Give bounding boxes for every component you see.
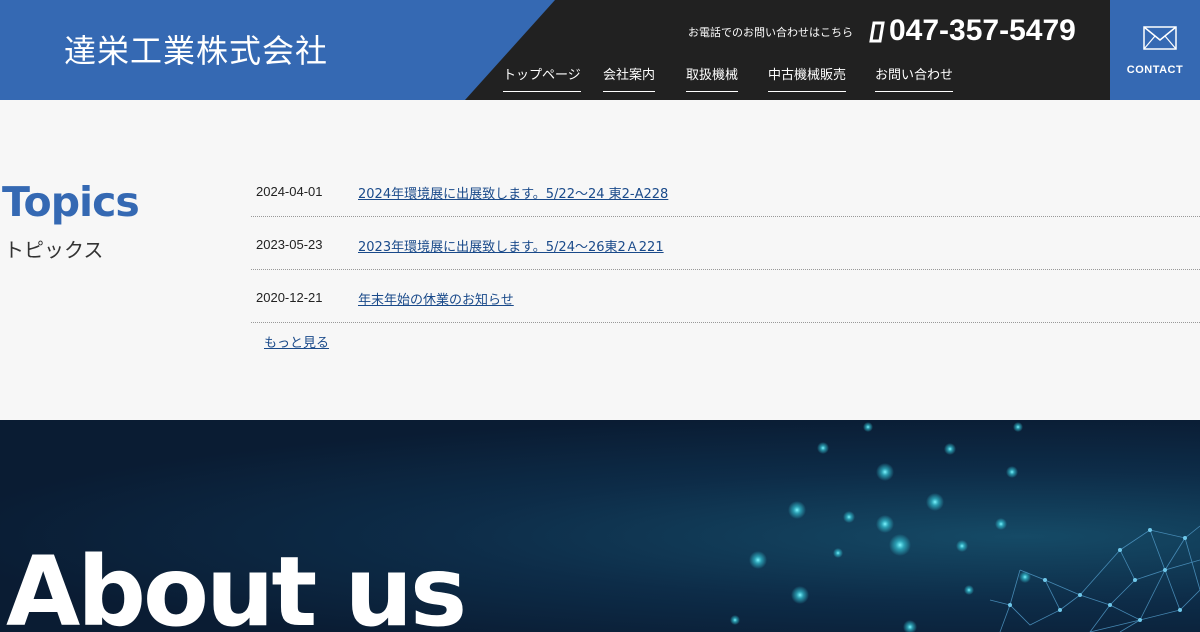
contact-button[interactable]: CONTACT	[1110, 0, 1200, 100]
news-date: 2020-12-21	[256, 290, 323, 305]
nav-item-inquiry[interactable]: お問い合わせ	[875, 64, 954, 92]
news-item: 2024-04-01 2024年環境展に出展致します。5/22～24 東2-A2…	[251, 164, 1200, 217]
tel-number[interactable]: 047-357-5479	[889, 14, 1076, 48]
topics-heading: Topics	[2, 178, 140, 226]
phone-icon	[869, 21, 885, 43]
contact-label: CONTACT	[1126, 64, 1184, 76]
news-item: 2023-05-23 2023年環境展に出展致します。5/24～26東2Ａ221	[251, 217, 1200, 270]
news-date: 2023-05-23	[256, 237, 323, 252]
nav-item-used-machines[interactable]: 中古機械販売	[768, 64, 847, 92]
topics-subheading: トピックス	[4, 238, 104, 262]
news-date: 2024-04-01	[256, 184, 323, 199]
more-link[interactable]: もっと見る	[264, 332, 329, 351]
envelope-icon	[1143, 26, 1177, 50]
tel-note: お電話でのお問い合わせはこちら	[688, 26, 853, 39]
about-heading: About us	[6, 536, 467, 632]
news-list: 2024-04-01 2024年環境展に出展致します。5/22～24 東2-A2…	[251, 164, 1200, 323]
nav-item-top[interactable]: トップページ	[503, 64, 581, 92]
news-link[interactable]: 年末年始の休業のお知らせ	[358, 289, 514, 308]
nav-item-company[interactable]: 会社案内	[603, 64, 656, 92]
news-link[interactable]: 2024年環境展に出展致します。5/22～24 東2-A228	[358, 183, 668, 202]
nav-item-machines[interactable]: 取扱機械	[686, 64, 739, 92]
company-logo[interactable]: 達栄工業株式会社	[64, 26, 328, 72]
site-header: 達栄工業株式会社 お電話でのお問い合わせはこちら 047-357-5479 トッ…	[0, 0, 1200, 100]
news-link[interactable]: 2023年環境展に出展致します。5/24～26東2Ａ221	[358, 236, 664, 255]
about-section: About us	[0, 420, 1200, 632]
news-item: 2020-12-21 年末年始の休業のお知らせ	[251, 270, 1200, 323]
